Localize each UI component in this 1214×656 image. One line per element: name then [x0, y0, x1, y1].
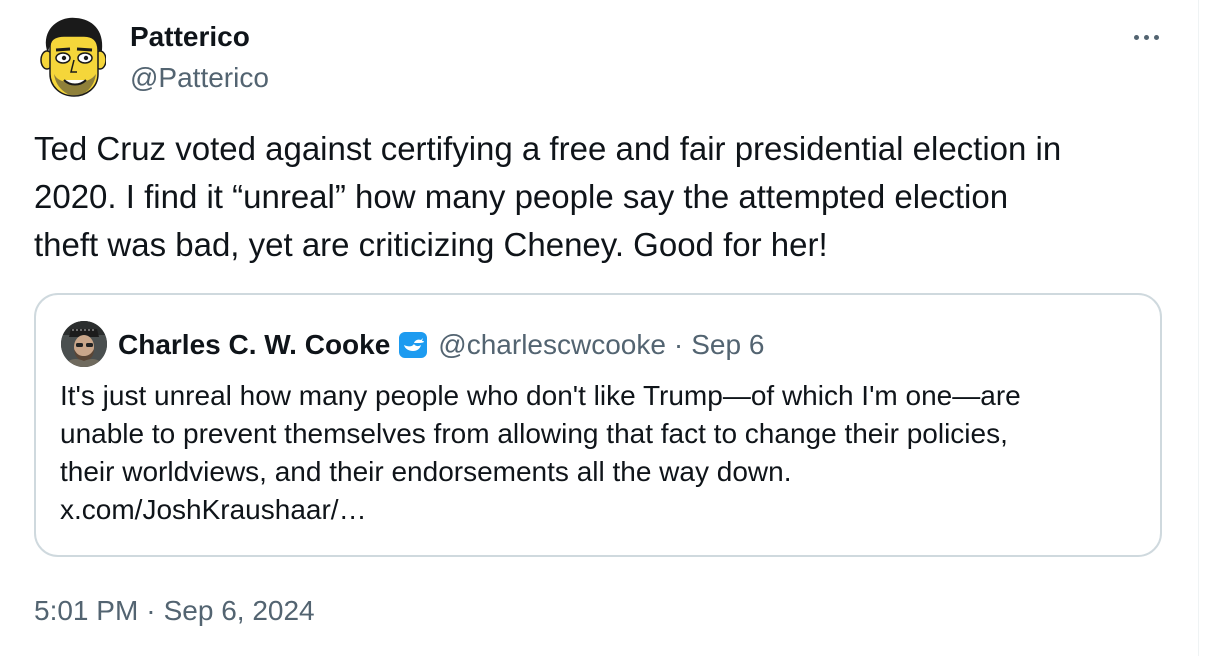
- quoted-author-handle[interactable]: @charlescwcooke: [438, 329, 666, 361]
- author-handle[interactable]: @Patterico: [130, 60, 269, 96]
- quoted-tweet-date[interactable]: Sep 6: [691, 329, 764, 361]
- quoted-tweet-text: It's just unreal how many people who don…: [60, 380, 1021, 525]
- quoted-date-separator: ·: [673, 329, 684, 360]
- tweet-date: Sep 6, 2024: [163, 595, 315, 626]
- more-options-dot: [1143, 34, 1149, 40]
- quoted-tweet-header: Charles C. W. Cooke @charlescwcooke · Se…: [118, 325, 764, 365]
- quoted-tweet-card[interactable]: Charles C. W. Cooke @charlescwcooke · Se…: [34, 293, 1162, 557]
- tweet-text: Ted Cruz voted against certifying a free…: [34, 130, 1062, 263]
- quoted-author-display-name[interactable]: Charles C. W. Cooke: [118, 329, 390, 361]
- more-options-dot: [1133, 34, 1139, 40]
- cartoon-avatar-icon: [40, 17, 107, 97]
- more-options-button[interactable]: [1126, 22, 1166, 52]
- tweet-time: 5:01 PM: [34, 595, 139, 626]
- more-options-dot: [1153, 34, 1159, 40]
- column-divider: [1198, 0, 1199, 656]
- quoted-author-avatar[interactable]: [61, 321, 107, 367]
- author-display-name[interactable]: Patterico: [130, 19, 250, 55]
- author-avatar[interactable]: [40, 16, 107, 98]
- verified-badge-icon: [399, 332, 428, 358]
- timestamp-separator: ·: [146, 595, 156, 626]
- photo-avatar-icon: [61, 321, 107, 367]
- tweet-timestamp[interactable]: 5:01 PM · Sep 6, 2024: [34, 593, 315, 629]
